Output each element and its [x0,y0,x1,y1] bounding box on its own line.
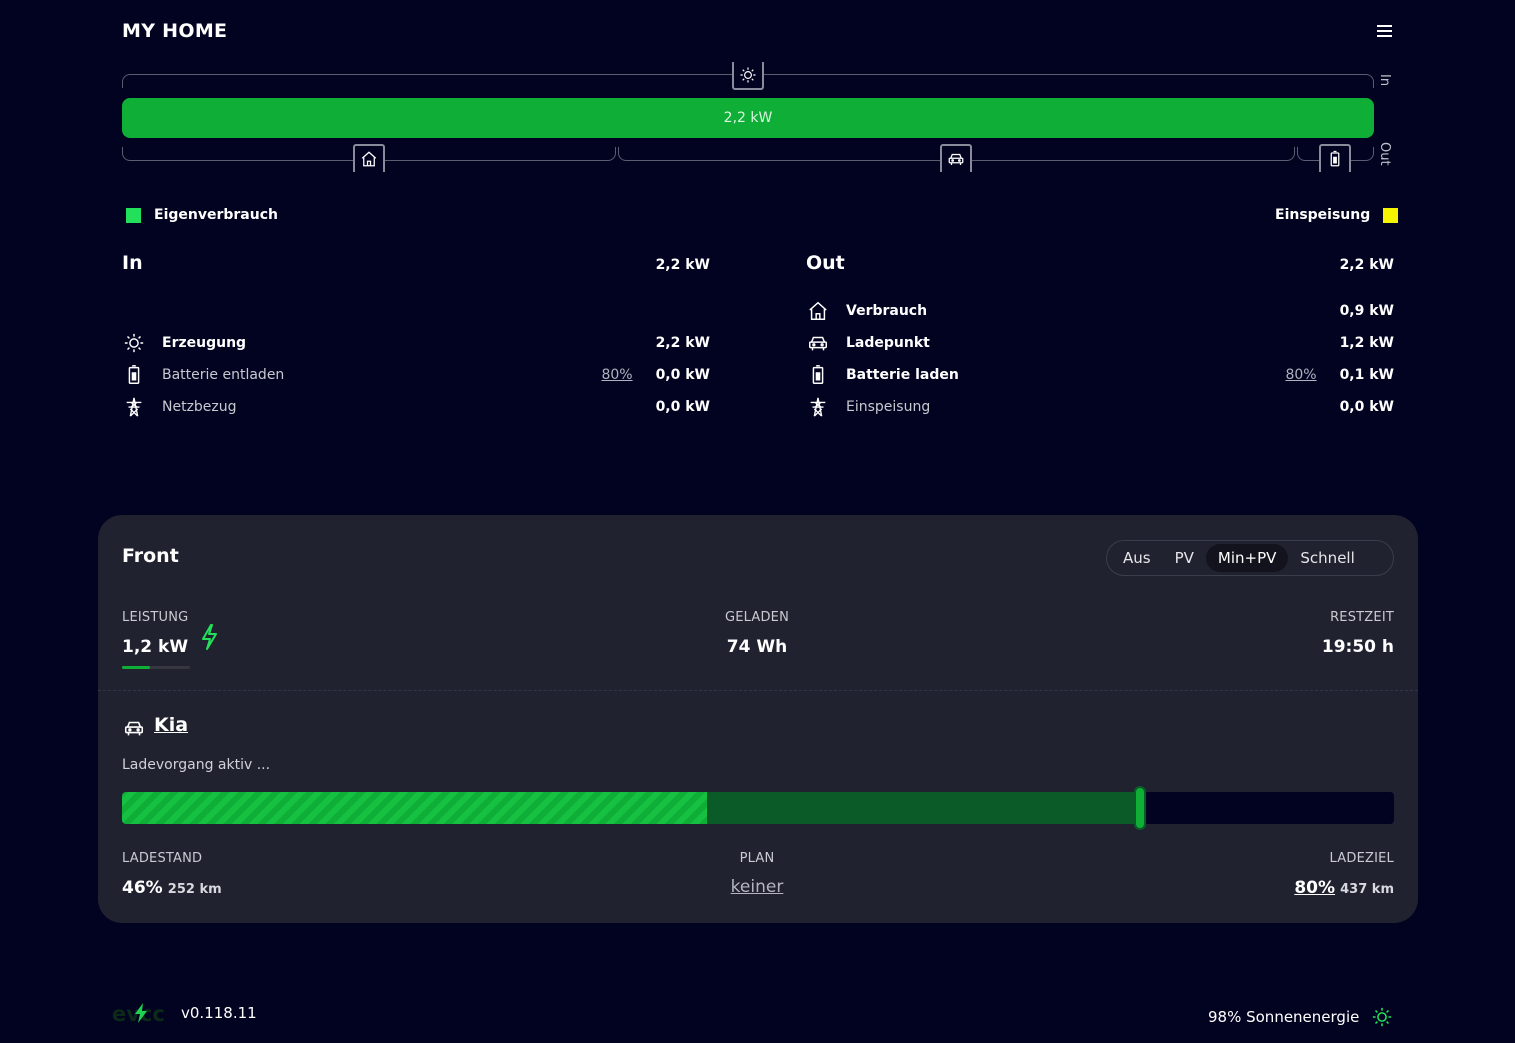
battery-icon [1319,144,1351,172]
in-total: 2,2 kW [655,257,710,273]
charged-label: GELADEN [724,610,790,625]
flow-bar-self-consumption: 2,2 kW [122,98,1374,138]
target-soc-link[interactable]: 80% [1294,878,1335,898]
legend-feed-in: Einspeisung [1275,207,1399,223]
soc-value: 46% [122,878,163,898]
row-value: 0,0 kW [1339,399,1394,415]
out-row-loadpoint: Ladepunkt 1,2 kW [806,327,1394,359]
grid-tower-icon [122,395,146,419]
row-value: 0,0 kW [655,399,710,415]
row-label: Batterie laden [846,367,959,383]
row-label: Verbrauch [846,303,928,319]
battery-soc-link[interactable]: 80% [1285,367,1316,383]
row-value: 2,2 kW [655,335,710,351]
mode-selector: Aus PV Min+PV Schnell [1106,540,1394,576]
logo-bolt-icon [134,1003,148,1027]
vehicle-name-link[interactable]: Kia [154,714,188,736]
power-label: LEISTUNG [122,610,189,625]
in-title: In [122,252,143,274]
battery-soc-link[interactable]: 80% [601,367,632,383]
hamburger-menu-icon[interactable] [1374,22,1396,42]
row-label: Ladepunkt [846,335,930,351]
mode-off-button[interactable]: Aus [1111,544,1163,572]
page-title: MY HOME [122,20,228,42]
legend-swatch-green [126,207,141,223]
out-row-feed-in: Einspeisung 0,0 kW [806,391,1394,423]
out-row-consumption: Verbrauch 0,9 kW [806,295,1394,327]
target-label: LADEZIEL [1329,851,1394,866]
in-row-battery-discharge: Batterie entladen 80% 0,0 kW [122,359,710,391]
legend-label: Einspeisung [1275,207,1371,223]
mode-fast-button[interactable]: Schnell [1288,544,1366,572]
plan-label: PLAN [739,851,775,866]
sun-icon [1371,1006,1393,1028]
target-range: 437 km [1340,882,1394,897]
target-soc-slider-handle[interactable] [1133,786,1146,830]
row-label: Netzbezug [162,399,237,415]
flow-out-label: Out [1377,142,1392,166]
car-icon [122,717,146,743]
car-icon [940,144,972,172]
battery-icon [122,363,146,387]
power-bar [122,666,190,669]
sun-icon [732,62,764,90]
solar-share-text: 98% Sonnenenergie [1208,1008,1360,1026]
grid-tower-icon [806,395,830,419]
row-value: 0,9 kW [1339,303,1394,319]
out-row-battery-charge: Batterie laden 80% 0,1 kW [806,359,1394,391]
in-list: Erzeugung 2,2 kW Batterie entladen 80% 0… [122,327,710,423]
legend-label: Eigenverbrauch [154,207,278,223]
remaining-value: 19:50 h [1321,637,1394,657]
vehicle-soc-bar [122,792,1394,824]
home-icon [353,144,385,172]
target-readout: 80% 437 km [1214,878,1394,898]
battery-icon [806,363,830,387]
card-divider [98,690,1418,691]
power-value: 1,2 kW [122,637,189,657]
legend-self-consumption: Eigenverbrauch [126,207,278,223]
out-list: Verbrauch 0,9 kW Ladepunkt 1,2 kW Batter… [806,295,1394,423]
in-row-generation: Erzeugung 2,2 kW [122,327,710,359]
home-icon [806,299,830,323]
soc-current-fill [122,792,708,824]
row-label: Batterie entladen [162,367,285,383]
version-link[interactable]: v0.118.11 [181,1004,257,1022]
row-value: 1,2 kW [1339,335,1394,351]
sun-icon [122,331,146,355]
charged-value: 74 Wh [726,637,788,657]
row-value: 0,1 kW [1339,367,1394,383]
car-icon [806,331,830,355]
flow-bar-value: 2,2 kW [723,110,773,126]
remaining-label: RESTZEIT [1330,610,1394,625]
flow-in-label: In [1377,74,1392,87]
soc-readout: 46% 252 km [122,878,222,898]
mode-minpv-button[interactable]: Min+PV [1205,544,1289,572]
vehicle-status: Ladevorgang aktiv ... [122,757,271,773]
soc-label: LADESTAND [122,851,203,866]
legend-swatch-yellow [1383,207,1399,223]
loadpoint-title: Front [122,545,179,567]
in-row-grid-import: Netzbezug 0,0 kW [122,391,710,423]
power-bar-fill [122,666,150,669]
plan-link[interactable]: keiner [682,877,832,897]
out-total: 2,2 kW [1339,257,1394,273]
out-title: Out [806,252,845,274]
charging-bolt-icon [199,623,219,655]
mode-pv-button[interactable]: PV [1163,544,1206,572]
row-value: 0,0 kW [655,367,710,383]
row-label: Einspeisung [846,399,931,415]
soc-range: 252 km [167,882,222,897]
solar-share[interactable]: 98% Sonnenenergie [1208,1006,1393,1028]
row-label: Erzeugung [162,335,247,351]
